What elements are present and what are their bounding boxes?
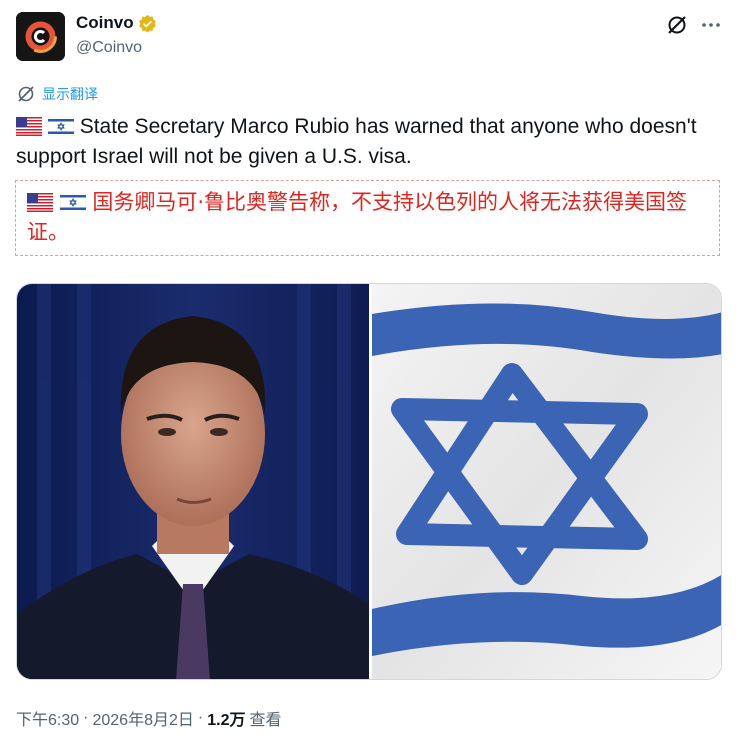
- author-handle[interactable]: @Coinvo: [76, 39, 142, 57]
- translate-icon: [18, 86, 34, 102]
- israel-flag-icon: [59, 193, 86, 212]
- coinvo-logo-icon: [16, 12, 65, 61]
- israel-flag-photo[interactable]: [372, 284, 721, 679]
- grok-icon[interactable]: [665, 13, 689, 37]
- tweet-meta: 下午6:30 · 2026年8月2日 · 1.2万 查看: [16, 706, 281, 730]
- tweet-time[interactable]: 下午6:30: [16, 706, 79, 730]
- views-count: 1.2万: [207, 712, 246, 729]
- tweet-date[interactable]: 2026年8月2日: [92, 706, 193, 730]
- author-name-row[interactable]: Coinvo: [76, 13, 157, 33]
- translated-body: 国务卿马可·鲁比奥警告称，不支持以色列的人将无法获得美国签证。: [27, 190, 688, 244]
- avatar[interactable]: [16, 12, 65, 61]
- translation-box: 国务卿马可·鲁比奥警告称，不支持以色列的人将无法获得美国签证。: [15, 180, 720, 256]
- show-translation-link[interactable]: 显示翻译: [16, 84, 98, 104]
- israel-flag-image: [372, 284, 721, 679]
- translated-text: 国务卿马可·鲁比奥警告称，不支持以色列的人将无法获得美国签证。: [27, 187, 717, 247]
- verified-badge-icon: [138, 14, 156, 33]
- tweet-text: State Secretary Marco Rubio has warned t…: [16, 112, 721, 172]
- views-label: 查看: [249, 712, 282, 729]
- israel-flag-icon: [47, 117, 74, 136]
- show-translation-label[interactable]: 显示翻译: [42, 84, 98, 104]
- tweet-body: State Secretary Marco Rubio has warned t…: [16, 115, 697, 168]
- us-flag-icon: [27, 193, 53, 212]
- meta-separator: ·: [83, 709, 89, 726]
- portrait-photo[interactable]: [17, 284, 369, 679]
- us-flag-icon: [16, 117, 42, 136]
- media-grid: [16, 283, 722, 680]
- portrait-image: [17, 284, 369, 679]
- meta-separator: ·: [197, 709, 204, 726]
- more-options-icon[interactable]: [699, 13, 723, 37]
- author-name[interactable]: Coinvo: [76, 13, 134, 33]
